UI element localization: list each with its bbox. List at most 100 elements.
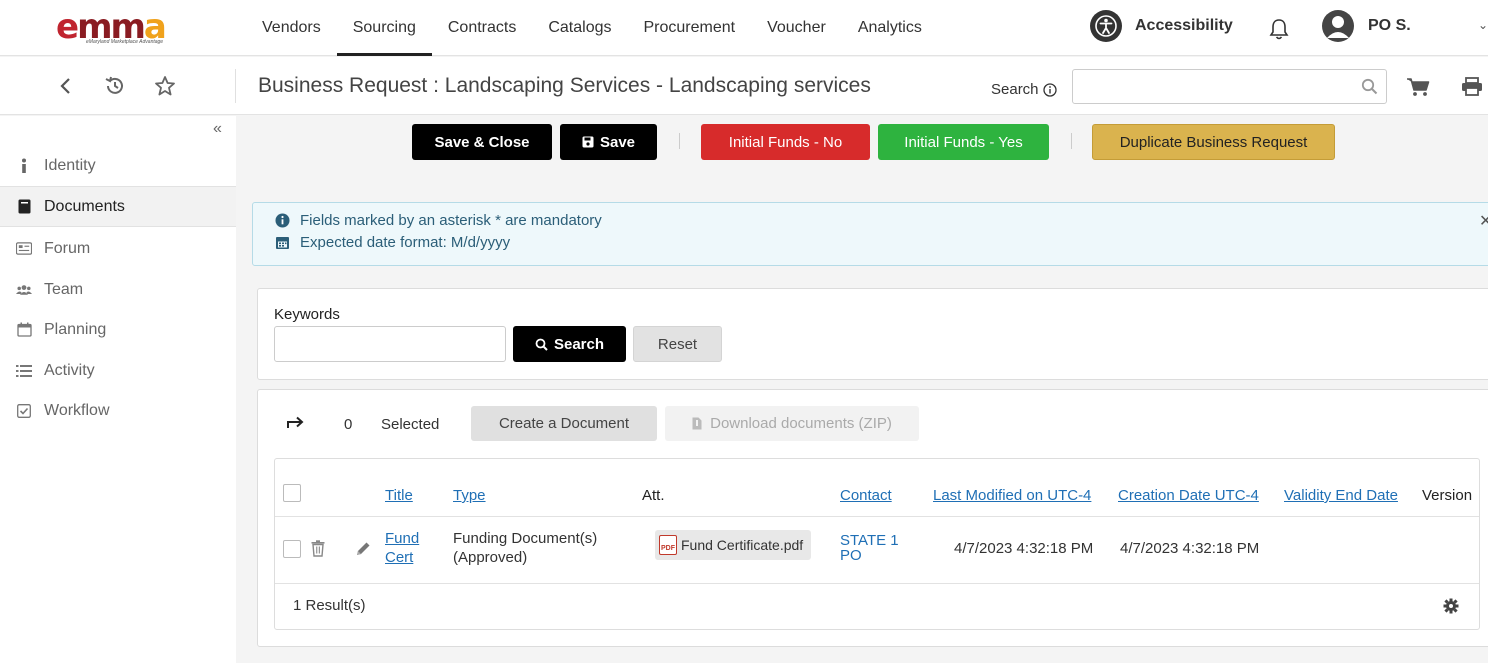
sidebar-item-label: Documents [44,197,125,215]
sidebar: « Identity Documents Forum Team Planning [0,116,236,663]
keywords-label: Keywords [274,306,340,323]
attachment-chip[interactable]: PDF Fund Certificate.pdf [655,530,812,560]
star-icon[interactable] [152,73,178,99]
file-zip-icon [692,417,702,430]
trash-icon[interactable] [311,540,325,561]
sidebar-item-forum[interactable]: Forum [0,228,236,269]
emma-logo[interactable]: emma eMaryland Marketplace Advantage [56,10,178,46]
keywords-panel: Keywords Search Reset [257,288,1488,380]
sidebar-item-label: Identity [44,156,96,174]
nav-catalogs[interactable]: Catalogs [532,0,627,56]
top-navigation: emma eMaryland Marketplace Advantage Ven… [0,0,1488,56]
calendar-icon [16,322,32,337]
collapse-sidebar-icon[interactable]: « [213,120,222,138]
forum-icon [16,242,32,255]
sidebar-item-identity[interactable]: Identity [0,145,236,186]
divider [275,583,1479,584]
avatar [1322,10,1354,42]
select-all-checkbox[interactable] [283,484,301,502]
keywords-search-button[interactable]: Search [513,326,626,362]
sidebar-item-label: Planning [44,320,107,338]
row-checkbox[interactable] [283,540,301,558]
initial-funds-no-button[interactable]: Initial Funds - No [701,124,870,160]
pdf-file-icon: PDF [659,535,677,555]
accessibility-icon [1090,10,1122,42]
gear-icon[interactable] [1443,598,1459,618]
column-header-validity-end-date[interactable]: Validity End Date [1284,487,1398,504]
contact-name[interactable]: STATE 1 PO [840,533,899,563]
floppy-icon [582,136,594,148]
info-circle-icon [275,213,290,228]
nav-contracts[interactable]: Contracts [432,0,532,56]
column-header-title[interactable]: Title [385,487,413,504]
page-title: Business Request : Landscaping Services … [258,74,871,97]
last-modified-value: 4/7/2023 4:32:18 PM [954,540,1094,557]
download-zip-label: Download documents (ZIP) [710,415,892,432]
create-document-button[interactable]: Create a Document [471,406,657,441]
bell-icon[interactable] [1268,17,1290,41]
pencil-icon[interactable] [355,541,371,561]
column-header-contact[interactable]: Contact [840,487,892,504]
selected-label: Selected [381,416,440,433]
reset-button[interactable]: Reset [633,326,722,362]
global-search [1072,69,1387,104]
nav-vendors[interactable]: Vendors [246,0,337,56]
save-button[interactable]: Save [560,124,657,160]
info-circle-icon[interactable] [1042,82,1057,97]
nav-voucher[interactable]: Voucher [751,0,842,56]
history-icon[interactable] [102,73,128,99]
divider [275,516,1479,517]
nav-sourcing[interactable]: Sourcing [336,0,433,56]
nav-procurement[interactable]: Procurement [628,0,752,56]
accessibility-label: Accessibility [1135,17,1233,34]
chevron-down-icon[interactable]: ⌄ [1478,18,1488,32]
user-menu[interactable]: PO S. [1322,10,1411,42]
column-header-attachment: Att. [642,487,665,504]
book-icon [16,199,32,214]
column-header-version: Version [1422,487,1473,504]
divider [235,69,236,103]
cart-icon[interactable] [1406,77,1430,101]
creation-date-value: 4/7/2023 4:32:18 PM [1120,540,1260,557]
main-menu: Vendors Sourcing Contracts Catalogs Proc… [246,0,938,56]
printer-icon[interactable] [1461,77,1483,101]
save-button-label: Save [599,133,636,151]
team-icon [16,283,32,297]
sidebar-item-label: Team [44,280,84,298]
close-icon[interactable]: ✕ [1479,211,1488,231]
column-header-type[interactable]: Type [453,487,486,504]
info-icon [16,158,32,174]
initial-funds-yes-button[interactable]: Initial Funds - Yes [878,124,1049,160]
page-header-bar: Business Request : Landscaping Services … [0,57,1488,115]
accessibility-button[interactable]: Accessibility [1090,10,1233,42]
calendar-icon [276,237,289,249]
documents-table: Title Type Att. Contact Last Modified on… [274,458,1480,630]
sidebar-item-activity[interactable]: Activity [0,350,236,391]
divider [1071,133,1072,149]
search-icon[interactable] [1361,78,1378,99]
keywords-search-label: Search [553,335,605,353]
divider [679,133,680,149]
sidebar-item-team[interactable]: Team [0,269,236,310]
download-documents-zip-button[interactable]: Download documents (ZIP) [665,406,919,441]
document-title-link[interactable]: Fund Cert [385,529,419,567]
column-header-creation-date[interactable]: Creation Date UTC-4 [1118,487,1259,504]
list-icon [16,364,32,378]
save-close-button[interactable]: Save & Close [412,124,552,160]
search-label: Search [991,81,1057,98]
checkbox-icon [16,403,32,418]
column-header-last-modified[interactable]: Last Modified on UTC-4 [933,487,1091,504]
global-search-input[interactable] [1073,70,1343,103]
documents-panel: 0 Selected Create a Document Download do… [257,389,1488,647]
back-arrow-icon[interactable] [52,73,78,99]
user-name: PO S. [1368,17,1411,34]
nav-analytics[interactable]: Analytics [842,0,938,56]
logo-tagline: eMaryland Marketplace Advantage [86,39,164,45]
sidebar-item-documents[interactable]: Documents [0,186,236,227]
sidebar-item-planning[interactable]: Planning [0,309,236,350]
sidebar-item-workflow[interactable]: Workflow [0,390,236,431]
share-arrow-icon[interactable] [287,415,305,433]
search-icon [535,338,548,351]
keywords-input[interactable] [274,326,506,362]
duplicate-business-request-button[interactable]: Duplicate Business Request [1092,124,1335,160]
